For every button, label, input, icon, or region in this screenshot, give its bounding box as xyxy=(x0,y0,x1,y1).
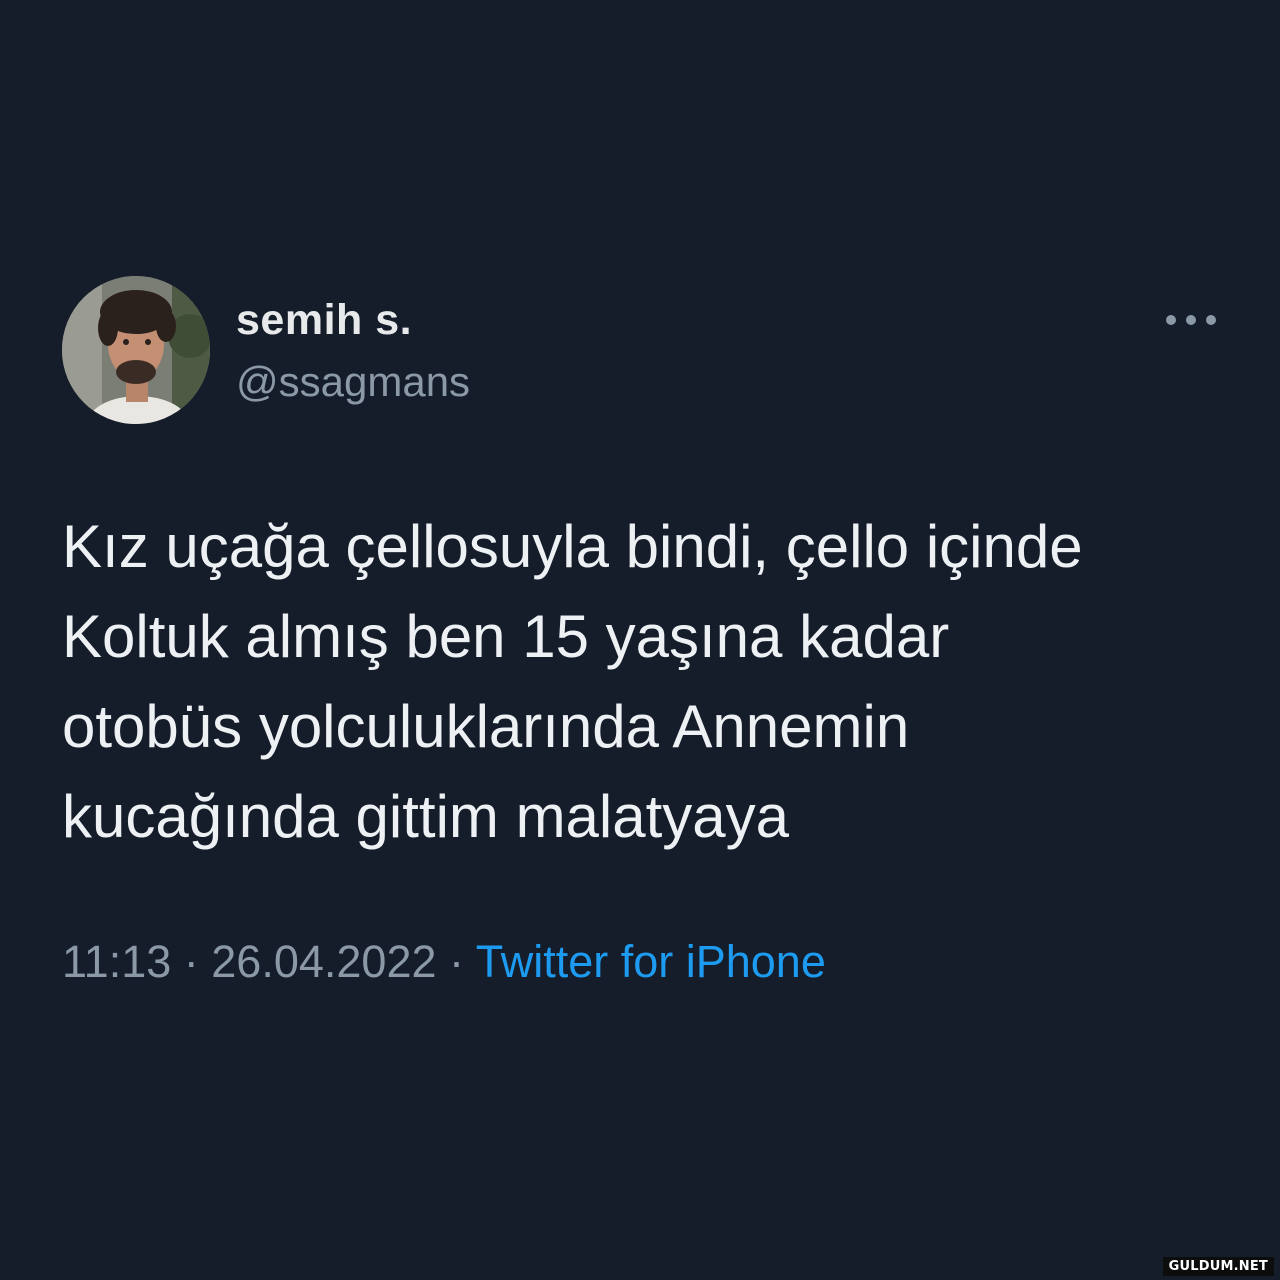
avatar[interactable] xyxy=(62,276,210,424)
tweet-text-line: Kız uçağa çellosuyla bindi, çello içinde xyxy=(62,513,1083,580)
tweet-text-line: otobüs yolculuklarında Annemin xyxy=(62,693,910,760)
tweet-card: semih s. @ssagmans Kız uçağa çellosuyla … xyxy=(0,0,1280,1280)
tweet-text: Kız uçağa çellosuyla bindi, çello içinde… xyxy=(62,502,1232,862)
more-horizontal-icon[interactable] xyxy=(1166,308,1216,332)
meta-separator: · xyxy=(171,936,212,987)
tweet-text-line: Koltuk almış ben 15 yaşına kadar xyxy=(62,603,950,670)
watermark: GULDUM.NET xyxy=(1162,1257,1274,1276)
user-handle[interactable]: @ssagmans xyxy=(236,358,470,406)
more-dot xyxy=(1166,315,1176,325)
tweet-text-line: kucağında gittim malatyaya xyxy=(62,783,790,850)
meta-separator: · xyxy=(436,936,476,987)
avatar-photo xyxy=(62,276,210,424)
display-name[interactable]: semih s. xyxy=(236,296,412,345)
tweet-date[interactable]: 26.04.2022 xyxy=(211,936,436,987)
more-dot xyxy=(1186,315,1196,325)
tweet-meta: 11:13 · 26.04.2022 · Twitter for iPhone xyxy=(62,936,826,988)
tweet-time[interactable]: 11:13 xyxy=(62,936,171,987)
tweet-source-link[interactable]: Twitter for iPhone xyxy=(476,936,826,987)
more-dot xyxy=(1206,315,1216,325)
